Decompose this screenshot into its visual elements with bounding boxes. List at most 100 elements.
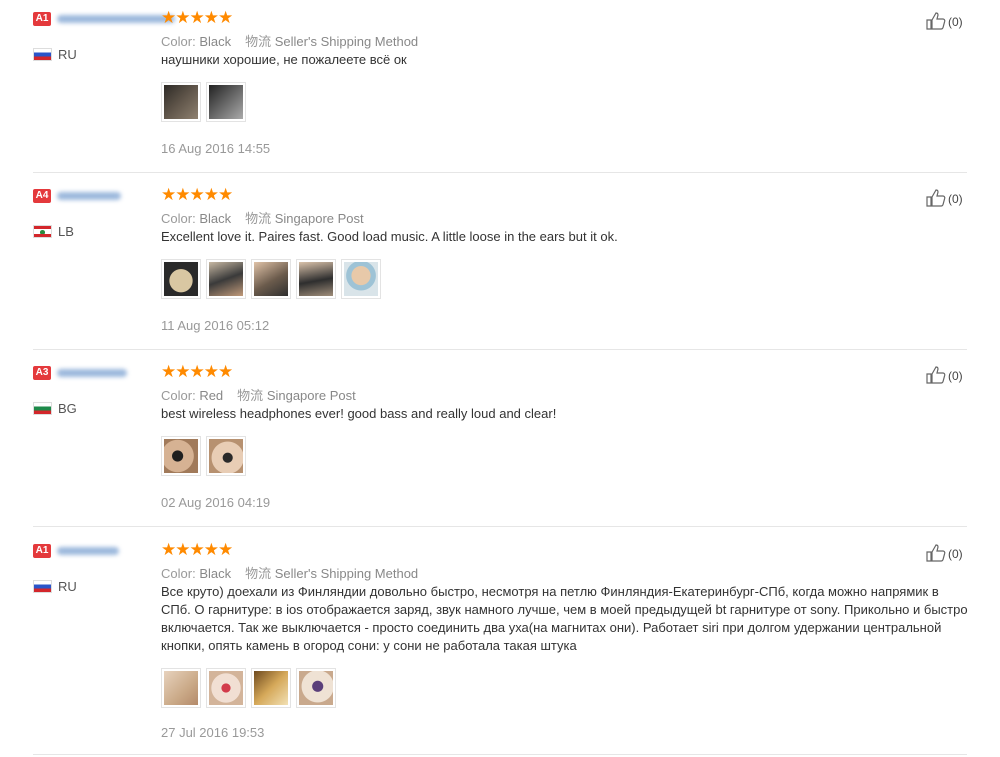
review-photo-thumbnail[interactable] [206,82,246,122]
like-button[interactable]: (0) [926,366,963,384]
star-icon: ★ [175,540,190,559]
order-info: Color: Red 物流 Singapore Post [161,385,356,404]
star-icon: ★ [161,185,176,204]
review-photos [161,436,246,476]
review-text: Excellent love it. Paires fast. Good loa… [161,229,618,244]
color-label: Color: [161,566,196,581]
star-icon: ★ [175,185,190,204]
review-photos [161,259,381,299]
thumbs-up-icon [926,12,946,30]
star-icon: ★ [218,8,233,27]
review-divider [33,754,967,755]
star-icon: ★ [189,540,205,559]
reviewer-name-blurred [57,15,175,23]
shipping-value: Singapore Post [274,211,364,226]
like-button[interactable]: (0) [926,189,963,207]
review-text: Все круто) доехали из Финляндии довольно… [161,584,968,653]
shipping-label: 物流 [245,211,272,226]
star-icon: ★ [161,8,176,27]
star-icon: ★ [203,362,219,381]
review-photo-thumbnail[interactable] [251,668,291,708]
like-count: (0) [948,15,963,29]
review-date: 02 Aug 2016 04:19 [161,495,271,510]
color-label: Color: [161,211,196,226]
review-photos [161,82,246,122]
review-divider [33,526,967,527]
review-photo-thumbnail[interactable] [161,259,201,299]
shipping-value: Seller's Shipping Method [274,34,419,49]
country-code: LB [58,224,74,239]
reviewer-name-blurred [57,369,127,377]
shipping-label: 物流 [237,388,264,403]
review-date: 27 Jul 2016 19:53 [161,725,265,740]
rating-stars: ★★★★★ [161,185,233,204]
color-value: Red [199,388,224,403]
flag-icon [33,580,52,593]
review-photo-thumbnail[interactable] [206,259,246,299]
thumbs-up-icon [926,544,946,562]
color-label: Color: [161,388,196,403]
shipping-value: Seller's Shipping Method [274,566,419,581]
color-value: Black [199,34,232,49]
star-icon: ★ [203,8,219,27]
review-photo-thumbnail[interactable] [206,436,246,476]
shipping-value: Singapore Post [266,388,356,403]
star-icon: ★ [218,540,233,559]
country-code: RU [58,47,77,62]
shipping-label: 物流 [245,34,272,49]
reviewer-name-blurred [57,547,119,555]
order-info: Color: Black 物流 Singapore Post [161,208,364,227]
color-value: Black [199,566,232,581]
reviewer-country: RU [33,579,77,595]
review-photo-thumbnail[interactable] [161,668,201,708]
like-button[interactable]: (0) [926,12,963,30]
review-photo-thumbnail[interactable] [161,82,201,122]
buyer-level-badge: A4 [33,189,51,203]
star-icon: ★ [189,8,205,27]
star-icon: ★ [175,8,190,27]
reviewer-name-blurred [57,192,121,200]
order-info: Color: Black 物流 Seller's Shipping Method [161,31,418,50]
star-icon: ★ [189,185,205,204]
star-icon: ★ [175,362,190,381]
review-photo-thumbnail[interactable] [206,668,246,708]
country-code: BG [58,401,77,416]
review-text: best wireless headphones ever! good bass… [161,406,557,421]
like-count: (0) [948,547,963,561]
color-label: Color: [161,34,196,49]
country-code: RU [58,579,77,594]
reviewer-country: RU [33,47,77,63]
thumbs-up-icon [926,366,946,384]
review-photo-thumbnail[interactable] [341,259,381,299]
star-icon: ★ [218,362,233,381]
reviewer-country: LB [33,224,74,240]
color-value: Black [199,211,232,226]
buyer-level-badge: A3 [33,366,51,380]
star-icon: ★ [203,540,219,559]
thumbs-up-icon [926,189,946,207]
review-photo-thumbnail[interactable] [161,436,201,476]
review-divider [33,172,967,173]
reviewer-country: BG [33,401,77,417]
flag-icon [33,48,52,61]
like-count: (0) [948,192,963,206]
review-photos [161,668,336,708]
star-icon: ★ [203,185,219,204]
review-date: 16 Aug 2016 14:55 [161,141,271,156]
rating-stars: ★★★★★ [161,8,233,27]
flag-icon [33,402,52,415]
review-divider [33,349,967,350]
star-icon: ★ [161,362,176,381]
review-date: 11 Aug 2016 05:12 [161,318,270,333]
review-photo-thumbnail[interactable] [251,259,291,299]
buyer-level-badge: A1 [33,12,51,26]
like-button[interactable]: (0) [926,544,963,562]
like-count: (0) [948,369,963,383]
review-photo-thumbnail[interactable] [296,668,336,708]
shipping-label: 物流 [245,566,272,581]
rating-stars: ★★★★★ [161,362,233,381]
buyer-level-badge: A1 [33,544,51,558]
review-photo-thumbnail[interactable] [296,259,336,299]
flag-icon [33,225,52,238]
star-icon: ★ [218,185,233,204]
